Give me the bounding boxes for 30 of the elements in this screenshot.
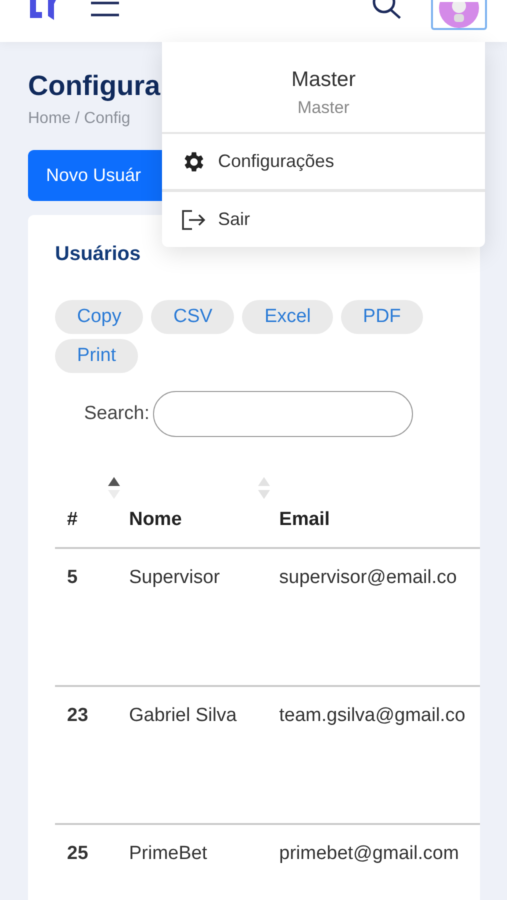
column-header[interactable]: Email [279, 509, 330, 530]
table-cell: Gabriel Silva [128, 705, 237, 726]
user-name: Master [291, 68, 356, 92]
table-cell: primebet@gmail.com [279, 843, 459, 864]
export-button[interactable]: Excel [242, 300, 333, 334]
page-title: Configura [28, 70, 160, 102]
export-button[interactable]: Copy [55, 300, 144, 334]
menu-icon[interactable] [90, 0, 120, 18]
table-cell: supervisor@email.co [279, 567, 457, 588]
column-header[interactable]: Nome [128, 509, 182, 530]
sort-icon[interactable] [106, 475, 121, 501]
table-cell: 25 [67, 843, 88, 864]
export-button[interactable]: CSV [151, 300, 234, 334]
search-label: Search: [84, 403, 150, 425]
search-icon[interactable] [371, 0, 403, 20]
table-cell: Supervisor [128, 567, 220, 588]
user-role: Master [298, 98, 350, 118]
column-header[interactable]: # [67, 509, 78, 530]
menu-item[interactable]: Sair [218, 209, 250, 230]
menu-item[interactable]: Configurações [218, 151, 334, 172]
search-field[interactable] [153, 391, 414, 437]
table-cell: team.gsilva@gmail.co [279, 705, 466, 726]
export-button[interactable]: PDF [340, 300, 423, 334]
card-title: Usuários [55, 243, 142, 266]
export-button[interactable]: Print [55, 339, 138, 373]
breadcrumb: Home / Config [28, 110, 130, 128]
table-cell: 5 [67, 567, 78, 588]
table-cell: PrimeBet [128, 843, 208, 864]
logout-icon [180, 208, 206, 230]
table-cell: 23 [67, 705, 88, 726]
